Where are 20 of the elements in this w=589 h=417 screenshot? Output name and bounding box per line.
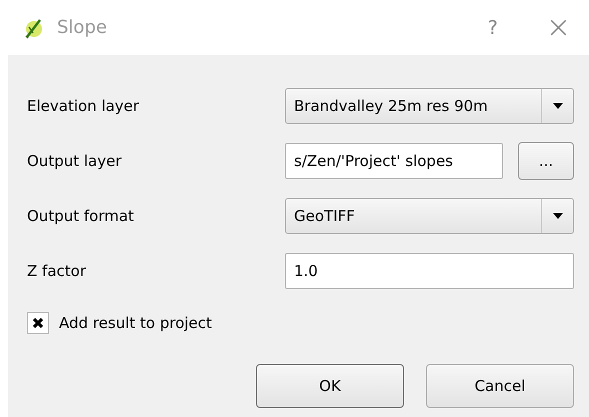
window-title: Slope xyxy=(57,17,107,38)
help-button[interactable]: ? xyxy=(488,16,498,38)
checkbox-label: Add result to project xyxy=(59,314,212,332)
input-field[interactable]: s/Zen/'Project' slopes xyxy=(285,142,503,178)
close-button[interactable]: × xyxy=(546,10,571,45)
dropdown[interactable]: GeoTIFF xyxy=(285,198,574,234)
field-label: Z factor xyxy=(27,262,87,280)
field-label: Output format xyxy=(27,206,135,224)
checkbox[interactable] xyxy=(27,312,49,334)
input-field[interactable]: 1.0 xyxy=(285,252,574,288)
ok-button[interactable]: OK xyxy=(256,364,404,408)
field-label: Elevation layer xyxy=(27,96,140,114)
app-icon xyxy=(23,16,45,38)
dropdown[interactable]: Brandvalley 25m res 90m xyxy=(285,88,574,124)
cross-icon xyxy=(31,316,45,330)
field-label: Output layer xyxy=(27,152,123,170)
caret-icon xyxy=(552,212,562,218)
caret-icon xyxy=(552,102,562,108)
cancel-button[interactable]: Cancel xyxy=(426,364,574,408)
browse-button[interactable]: ... xyxy=(518,142,574,180)
